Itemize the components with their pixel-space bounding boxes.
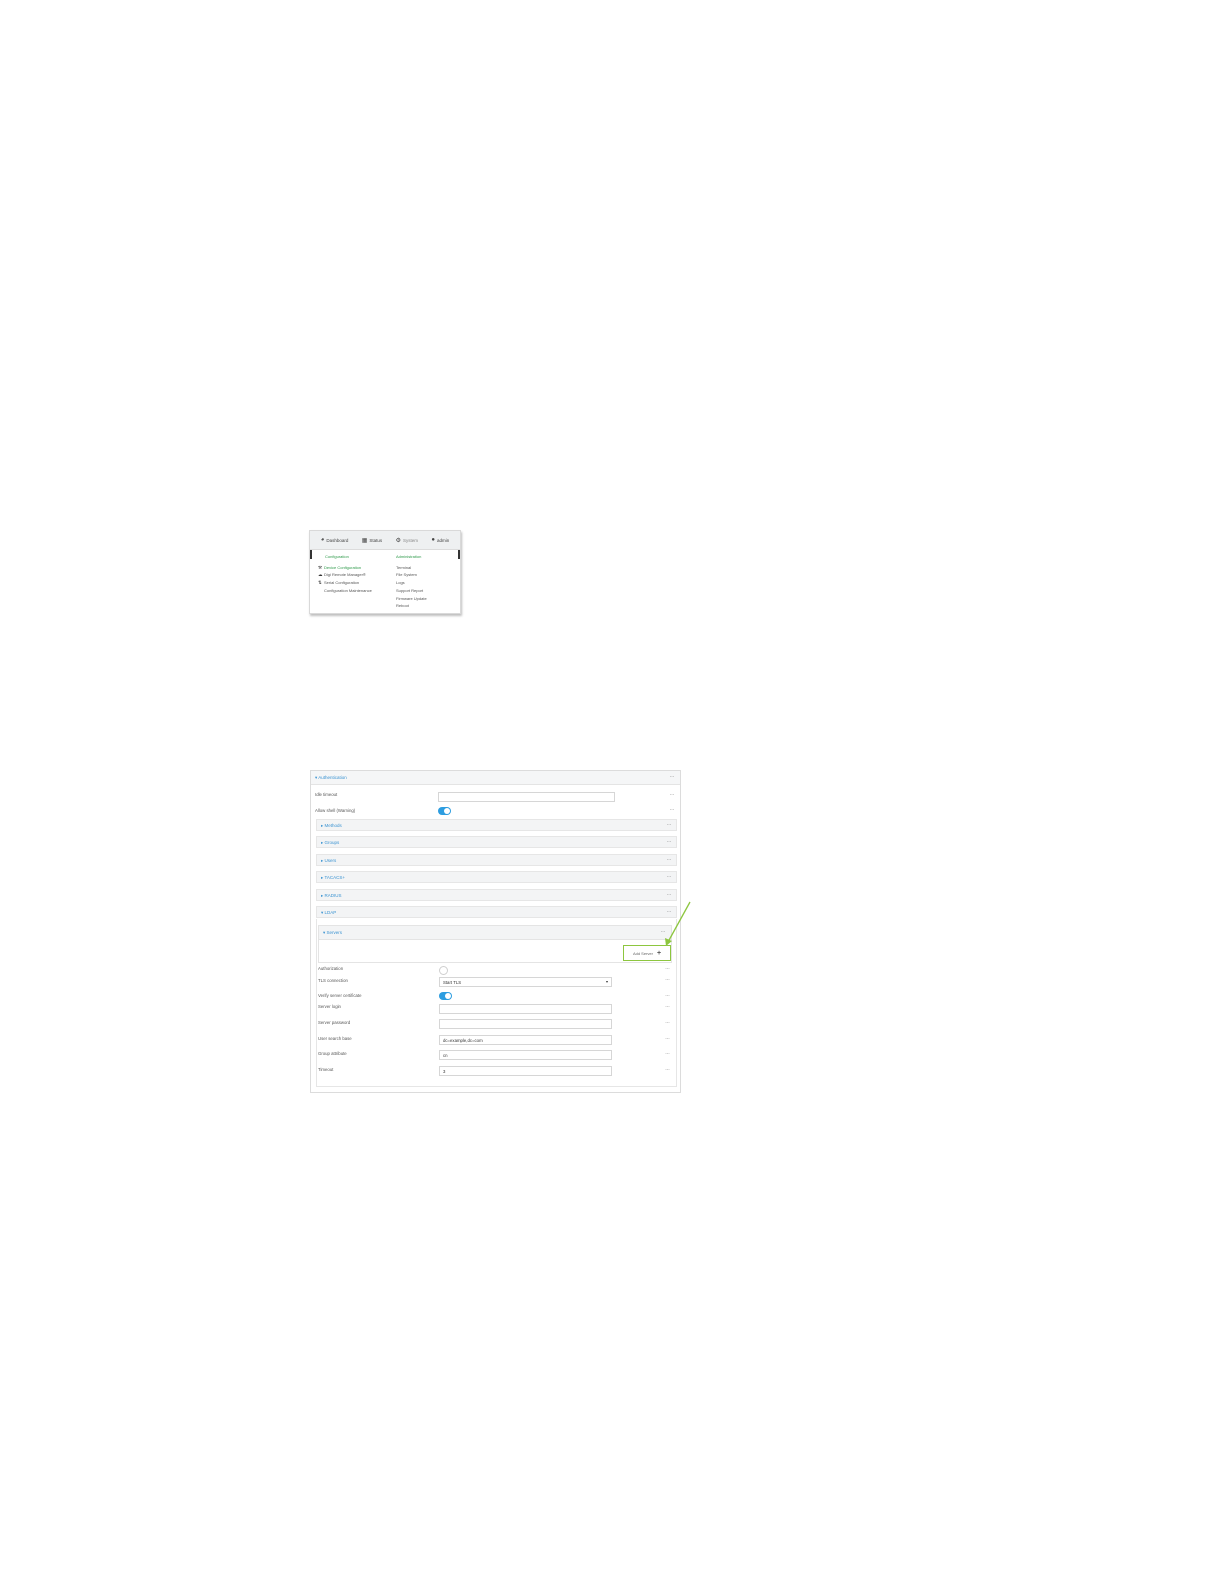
menu-item-serial-configuration[interactable]: ⇅ Serial Configuration — [318, 579, 372, 587]
section-tacacs[interactable]: ▸ TACACS+ ··· — [316, 871, 677, 883]
menu-item-logs[interactable]: Logs — [396, 579, 427, 587]
authorization-label: Authorization — [318, 966, 344, 971]
system-menu-screenshot: ◕ Dashboard ▦ Status ⚙ System ● admin Co… — [309, 530, 461, 614]
more-options-icon[interactable]: ··· — [665, 1067, 670, 1073]
radius-title: ▸ RADIUS — [321, 892, 342, 898]
nav-admin[interactable]: ● admin — [431, 537, 449, 543]
section-ldap[interactable]: ▾ LDAP ··· — [316, 906, 677, 918]
group-attribute-label: Group attribute — [318, 1051, 347, 1056]
annotation-arrow — [665, 901, 691, 946]
configuration-column: Configuration ⚒ Device Configuration ☁ Dig… — [318, 553, 372, 595]
section-groups[interactable]: ▸ Groups ··· — [316, 836, 677, 848]
idle-timeout-input[interactable] — [438, 792, 615, 802]
more-options-icon[interactable]: ··· — [667, 839, 672, 845]
timeout-input[interactable]: 3 — [439, 1066, 612, 1076]
nav-dashboard-label: Dashboard — [326, 537, 349, 543]
gear-icon: ⚙ — [395, 537, 401, 544]
more-options-icon[interactable]: ··· — [670, 792, 675, 798]
ldap-title: ▾ LDAP — [321, 909, 337, 915]
nav-system[interactable]: ⚙ System — [396, 537, 418, 544]
menu-item-file-system[interactable]: File System — [396, 571, 427, 579]
configuration-heading: Configuration — [325, 554, 349, 559]
administration-column: Administration Terminal File System Logs… — [396, 553, 427, 610]
idle-timeout-label: Idle timeout — [315, 792, 338, 797]
servers-panel: ▾ Servers ··· — [318, 925, 672, 963]
tls-connection-select[interactable]: Start TLS — [439, 977, 612, 987]
more-options-icon[interactable]: ··· — [670, 807, 675, 813]
plus-icon: + — [656, 949, 662, 957]
nav-status[interactable]: ▦ Status — [362, 537, 382, 544]
section-users[interactable]: ▸ Users ··· — [316, 854, 677, 866]
tacacs-title: ▸ TACACS+ — [321, 874, 345, 880]
section-methods[interactable]: ▸ Methods ··· — [316, 819, 677, 831]
menu-item-terminal[interactable]: Terminal — [396, 564, 427, 572]
authorization-toggle[interactable] — [439, 966, 448, 975]
nav-status-label: Status — [369, 537, 383, 543]
more-options-icon[interactable]: ··· — [665, 993, 670, 999]
menu-item-firmware-update[interactable]: Firmware Update — [396, 595, 427, 603]
more-options-icon[interactable]: ··· — [667, 874, 672, 880]
more-options-icon[interactable]: ··· — [665, 1036, 670, 1042]
authentication-title: ▾ Authentication — [315, 775, 347, 780]
menu-item-device-configuration[interactable]: ⚒ Device Configuration — [318, 564, 372, 572]
servers-title: ▾ Servers — [323, 930, 343, 935]
verify-certificate-toggle[interactable] — [439, 992, 452, 1000]
user-icon: ● — [431, 537, 436, 543]
nav-admin-label: admin — [437, 537, 450, 543]
more-options-icon[interactable]: ··· — [665, 1004, 670, 1010]
verify-certificate-label: Verify server certificate — [318, 993, 362, 998]
more-options-icon[interactable]: ··· — [665, 1051, 670, 1057]
user-search-base-input[interactable]: dc=example,dc=com — [439, 1035, 612, 1045]
more-options-icon[interactable]: ··· — [665, 977, 670, 983]
server-password-input[interactable] — [439, 1019, 612, 1029]
caret-down-icon: ▾ — [606, 979, 609, 984]
user-search-base-label: User search base — [318, 1036, 352, 1041]
administration-heading: Administration — [396, 554, 422, 559]
more-options-icon[interactable]: ··· — [665, 966, 670, 972]
menu-border-right — [458, 550, 460, 559]
menu-border-left — [310, 550, 312, 559]
menu-item-remote-manager[interactable]: ☁ Digi Remote Manager® — [318, 571, 372, 579]
authentication-header[interactable]: ▾ Authentication ··· — [311, 771, 680, 785]
server-password-label: Server password — [318, 1020, 351, 1025]
nav-system-label: System — [402, 537, 418, 543]
menu-item-configuration-maintenance[interactable]: Configuration Maintenance — [318, 587, 372, 595]
timeout-label: Timeout — [318, 1067, 334, 1072]
group-attribute-input[interactable]: cn — [439, 1050, 612, 1060]
menu-item-support-report[interactable]: Support Report — [396, 587, 427, 595]
servers-header[interactable]: ▾ Servers ··· — [319, 926, 671, 940]
more-options-icon[interactable]: ··· — [667, 857, 672, 863]
allow-shell-toggle[interactable] — [438, 807, 451, 815]
more-options-icon[interactable]: ··· — [667, 822, 672, 828]
section-radius[interactable]: ▸ RADIUS ··· — [316, 889, 677, 901]
users-title: ▸ Users — [321, 857, 337, 863]
allow-shell-label: Allow shell (Warning) — [315, 808, 356, 813]
more-options-icon[interactable]: ··· — [670, 774, 675, 780]
grid-icon: ▦ — [361, 537, 368, 544]
methods-title: ▸ Methods — [321, 822, 342, 828]
dashboard-icon: ◕ — [320, 537, 325, 543]
add-server-label: Add Server — [632, 950, 653, 956]
menu-item-reboot[interactable]: Reboot — [396, 602, 427, 610]
more-options-icon[interactable]: ··· — [665, 1020, 670, 1026]
server-login-label: Server login — [318, 1004, 341, 1009]
groups-title: ▸ Groups — [321, 839, 340, 845]
top-navigation-bar: ◕ Dashboard ▦ Status ⚙ System ● admin — [310, 531, 460, 550]
tls-connection-label: TLS connection — [318, 978, 348, 983]
nav-dashboard[interactable]: ◕ Dashboard — [321, 537, 349, 543]
server-login-input[interactable] — [439, 1004, 612, 1014]
